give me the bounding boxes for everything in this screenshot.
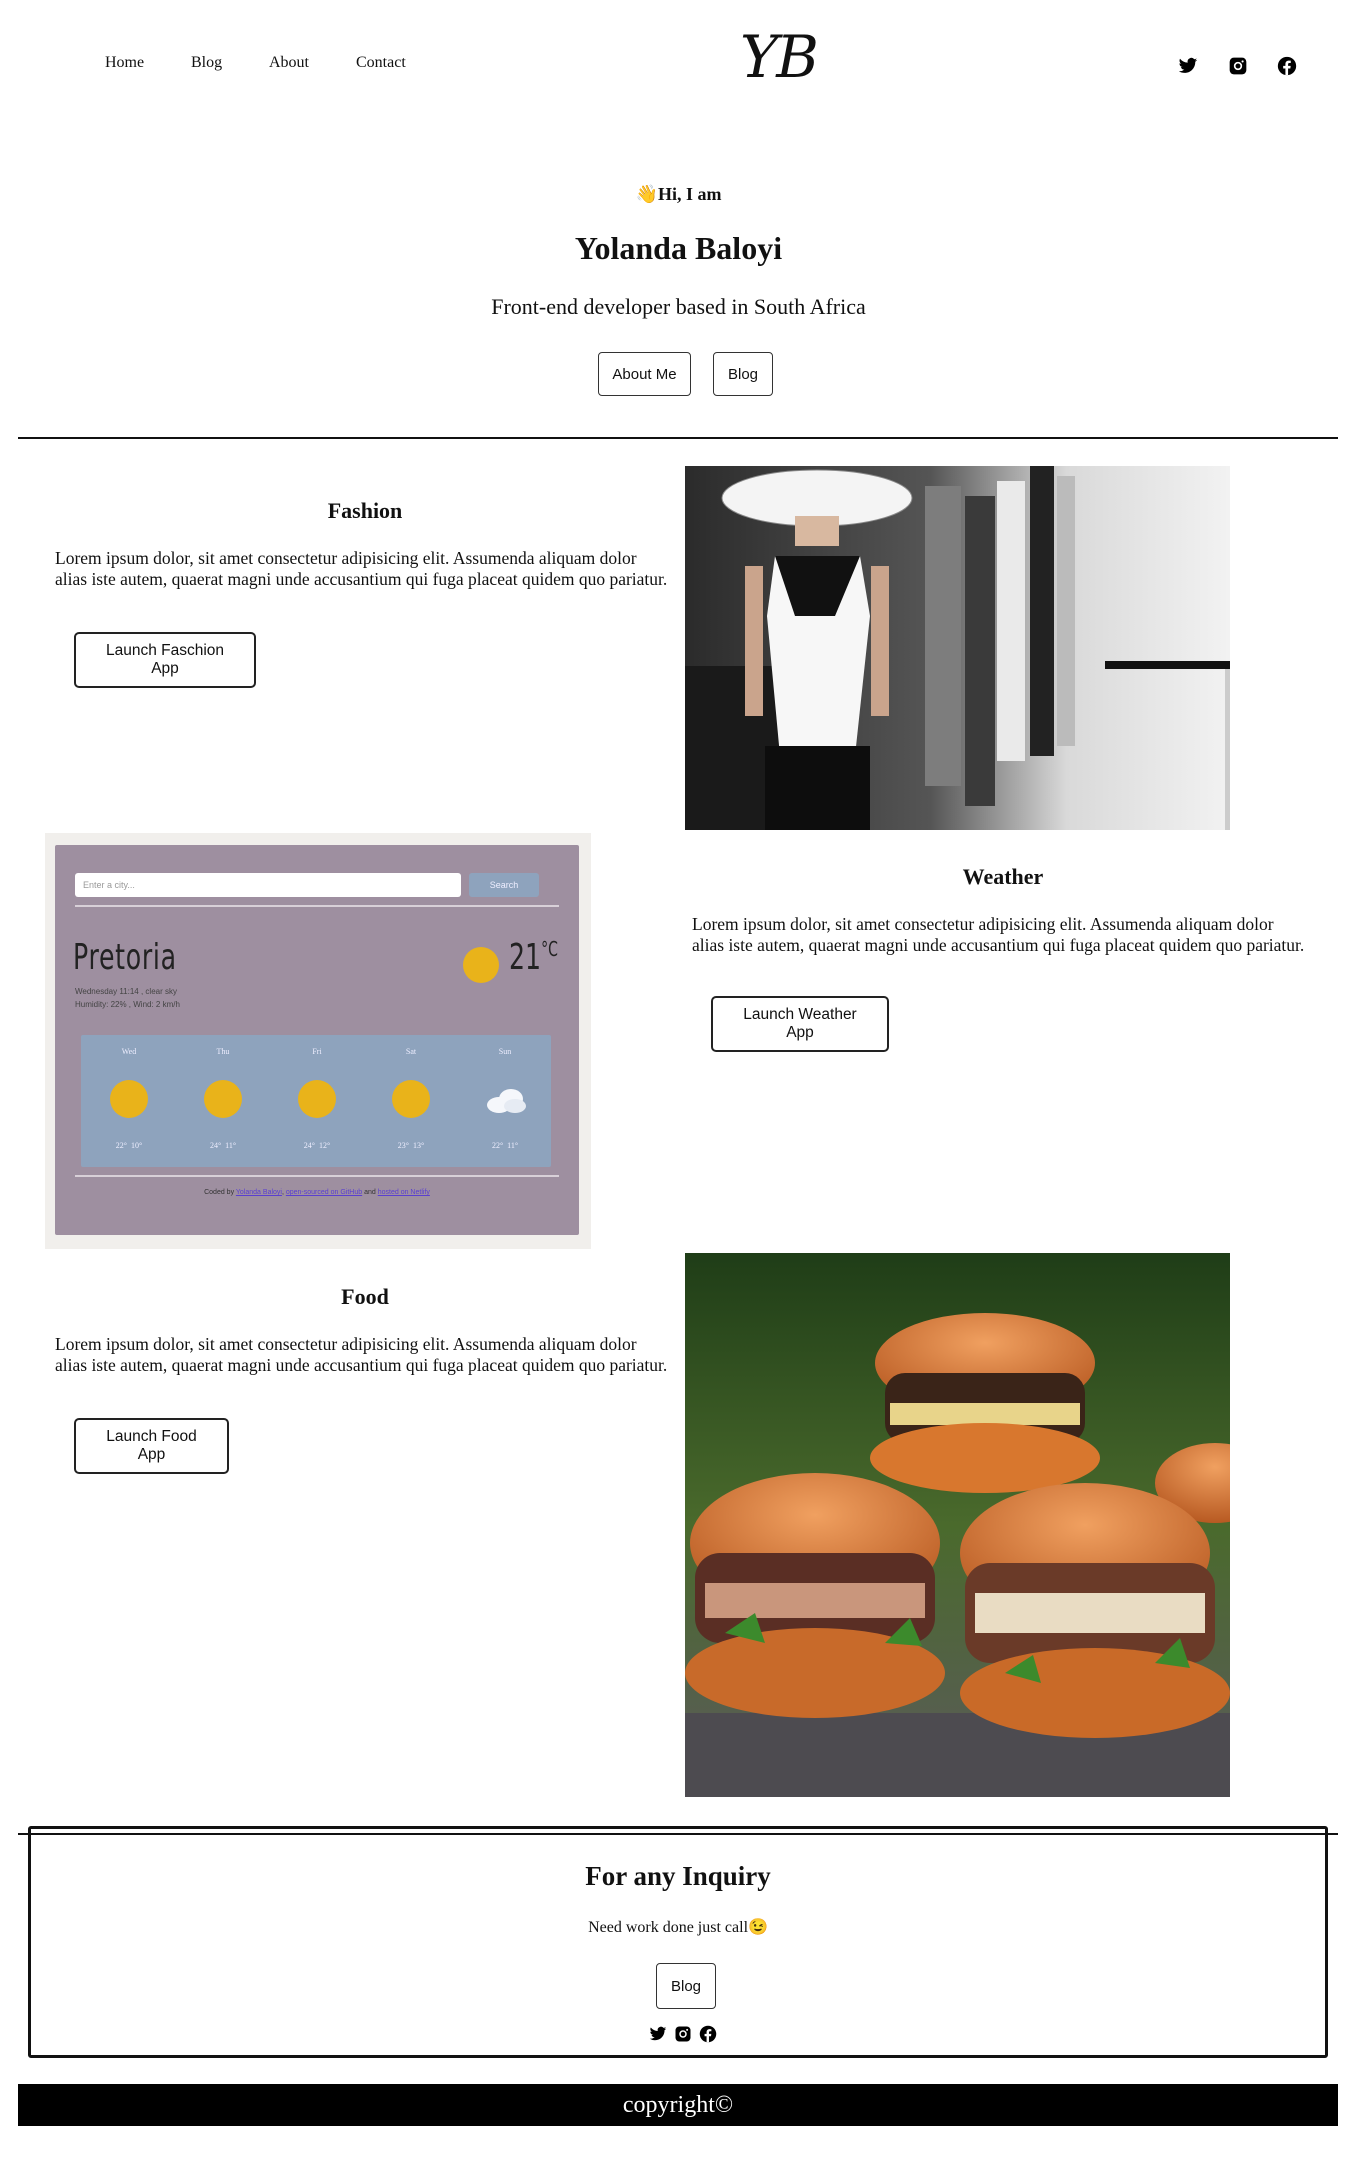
forecast-day: Sun	[498, 1047, 512, 1056]
forecast-temps: 24° 12°	[303, 1141, 331, 1150]
weather-title: Weather	[962, 864, 1044, 889]
launch-food-button[interactable]: Launch Food App	[74, 1418, 229, 1474]
weather-app-screenshot: Enter a city... Search Pretoria Wednesda…	[45, 833, 591, 1249]
facebook-icon[interactable]	[699, 2025, 717, 2043]
inquiry-box: For any Inquiry Need work done just call…	[28, 1826, 1328, 2058]
sun-icon	[298, 1080, 336, 1118]
food-title: Food	[341, 1284, 389, 1309]
forecast-day: Wed	[121, 1047, 137, 1056]
sun-icon	[392, 1080, 430, 1118]
cloud-icon	[487, 1089, 526, 1113]
footer-social-icons	[648, 2025, 718, 2045]
food-description: Lorem ipsum dolor, sit amet consectetur …	[55, 1334, 668, 1375]
nav-link-blog[interactable]: Blog	[191, 54, 222, 72]
hero-subtitle: Front-end developer based in South Afric…	[491, 294, 866, 319]
forecast-temps: 22° 10°	[115, 1141, 143, 1150]
forecast-panel: Wed Thu Fri Sat Sun 22° 10° 24° 11° 24° …	[81, 1035, 551, 1167]
sun-icon	[204, 1080, 242, 1118]
wave-emoji: 👋	[635, 184, 658, 204]
launch-fashion-button[interactable]: Launch Faschion App	[74, 632, 256, 688]
greeting-text: Hi, I am	[657, 184, 722, 204]
fashion-title: Fashion	[327, 498, 403, 523]
about-me-button[interactable]: About Me	[598, 352, 691, 396]
hero-greeting: 👋Hi, I am	[0, 184, 1357, 205]
forecast-day: Fri	[312, 1047, 322, 1056]
copyright-text: copyright©	[622, 2091, 734, 2118]
inquiry-title: For any Inquiry	[585, 1861, 771, 1891]
weather-temperature: 21°C	[509, 937, 558, 978]
fashion-description: Lorem ipsum dolor, sit amet consectetur …	[55, 548, 668, 589]
forecast-day: Thu	[216, 1047, 230, 1056]
inquiry-blog-button[interactable]: Blog	[656, 1963, 716, 2009]
inquiry-message: Need work done just call	[588, 1919, 749, 1936]
weather-city: Pretoria	[73, 937, 177, 978]
weather-search-button: Search	[469, 873, 539, 897]
nav-link-about[interactable]: About	[269, 54, 309, 72]
food-image	[685, 1253, 1230, 1797]
instagram-icon[interactable]	[1228, 56, 1248, 76]
site-logo[interactable]: YB	[740, 28, 819, 86]
forecast-day: Sat	[405, 1047, 417, 1056]
sun-icon	[463, 947, 499, 983]
forecast-temps: 24° 11°	[209, 1141, 237, 1150]
hero-name: Yolanda Baloyi	[574, 230, 783, 266]
weather-credit: Coded by Yolanda Baloyi, open-sourced on…	[204, 1189, 430, 1196]
wink-emoji: 😉	[748, 1919, 768, 1936]
twitter-icon[interactable]	[1178, 56, 1198, 76]
nav-link-contact[interactable]: Contact	[356, 54, 406, 72]
launch-weather-button[interactable]: Launch Weather App	[711, 996, 889, 1052]
copyright-bar: copyright©	[18, 2084, 1338, 2126]
twitter-icon[interactable]	[649, 2025, 667, 2043]
instagram-icon[interactable]	[674, 2025, 692, 2043]
weather-description: Lorem ipsum dolor, sit amet consectetur …	[692, 914, 1305, 955]
forecast-temps: 22° 11°	[491, 1141, 519, 1150]
fashion-image	[685, 466, 1230, 830]
weather-search-input: Enter a city...	[75, 873, 461, 897]
sun-icon	[110, 1080, 148, 1118]
weather-details-1: Wednesday 11:14 , clear sky	[75, 987, 177, 996]
facebook-icon[interactable]	[1277, 56, 1297, 76]
forecast-temps: 23° 13°	[397, 1141, 425, 1150]
inquiry-text: Need work done just call😉	[31, 1917, 1325, 1937]
divider	[18, 437, 1338, 439]
weather-details-2: Humidity: 22% , Wind: 2 km/h	[75, 1000, 180, 1009]
hero-blog-button[interactable]: Blog	[713, 352, 773, 396]
nav-link-home[interactable]: Home	[105, 54, 144, 72]
